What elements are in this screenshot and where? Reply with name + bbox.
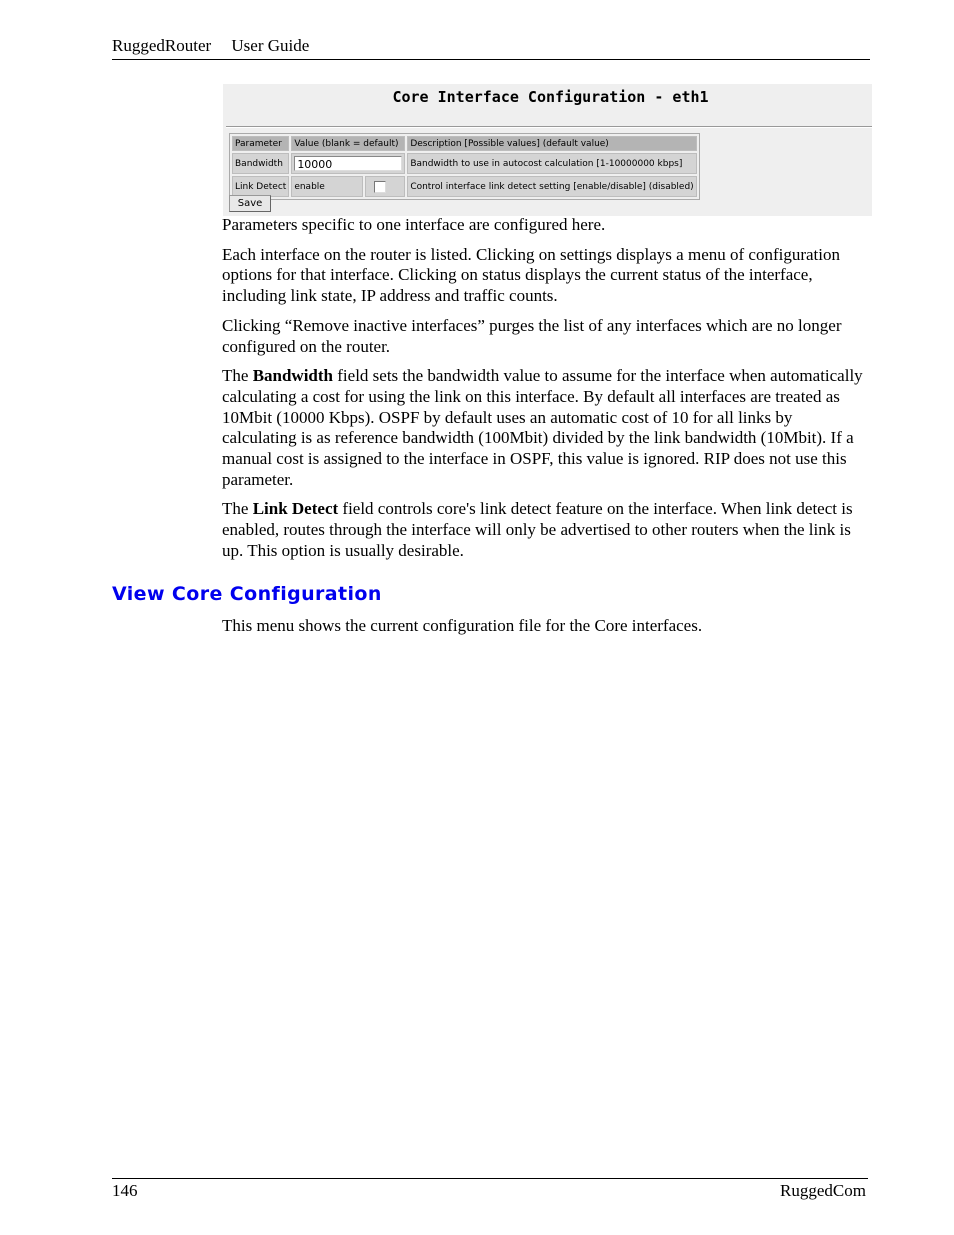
table-header-row: Parameter Value (blank = default) Descri… — [232, 136, 697, 151]
text: The — [222, 499, 253, 519]
param-link-detect: Link Detect — [232, 176, 290, 197]
header-value: Value (blank = default) — [291, 136, 406, 151]
paragraph-link-detect: The Link Detect field controls core's li… — [222, 499, 867, 561]
save-button[interactable]: Save — [229, 195, 271, 212]
bandwidth-input[interactable]: 10000 — [294, 156, 403, 171]
text: The — [222, 366, 253, 386]
config-table: Parameter Value (blank = default) Descri… — [229, 133, 700, 200]
table-row: Bandwidth 10000 Bandwidth to use in auto… — [232, 153, 697, 174]
config-title: Core Interface Configuration - eth1 — [392, 88, 709, 106]
footer-rule — [112, 1178, 868, 1179]
header-product: RuggedRouter — [112, 36, 212, 55]
bandwidth-cell: 10000 — [291, 153, 406, 174]
param-bandwidth: Bandwidth — [232, 153, 290, 174]
link-detect-cell — [365, 176, 406, 197]
section-heading: View Core Configuration — [112, 583, 382, 605]
interface-config-screenshot: Core Interface Configuration - eth1 Para… — [223, 84, 872, 216]
table-row: Link Detect enable Control interface lin… — [232, 176, 697, 197]
page-header: RuggedRouter User Guide — [112, 36, 870, 56]
link-detect-checkbox[interactable] — [374, 180, 387, 193]
header-doc-title: User Guide — [231, 36, 310, 55]
footer-company: RuggedCom — [780, 1181, 866, 1200]
bandwidth-description: Bandwidth to use in autocost calculation… — [407, 153, 697, 174]
section-text: This menu shows the current configuratio… — [222, 616, 867, 646]
link-detect-label: enable — [291, 176, 364, 197]
title-divider — [226, 126, 872, 128]
paragraph-bandwidth: The Bandwidth field sets the bandwidth v… — [222, 366, 867, 490]
body-text: Parameters specific to one interface are… — [222, 215, 867, 571]
header-description: Description [Possible values] (default v… — [407, 136, 697, 151]
paragraph-view-core: This menu shows the current configuratio… — [222, 616, 703, 635]
paragraph-intro: Parameters specific to one interface are… — [222, 215, 606, 234]
paragraph-remove-inactive: Clicking “Remove inactive interfaces” pu… — [222, 315, 842, 356]
paragraph-interfaces: Each interface on the router is listed. … — [222, 244, 840, 306]
term-link-detect: Link Detect — [252, 499, 339, 519]
header-rule — [112, 59, 870, 60]
link-detect-description: Control interface link detect setting [e… — [407, 176, 697, 197]
page-number: 146 — [112, 1181, 138, 1200]
header-parameter: Parameter — [232, 136, 290, 151]
term-bandwidth: Bandwidth — [252, 366, 334, 386]
